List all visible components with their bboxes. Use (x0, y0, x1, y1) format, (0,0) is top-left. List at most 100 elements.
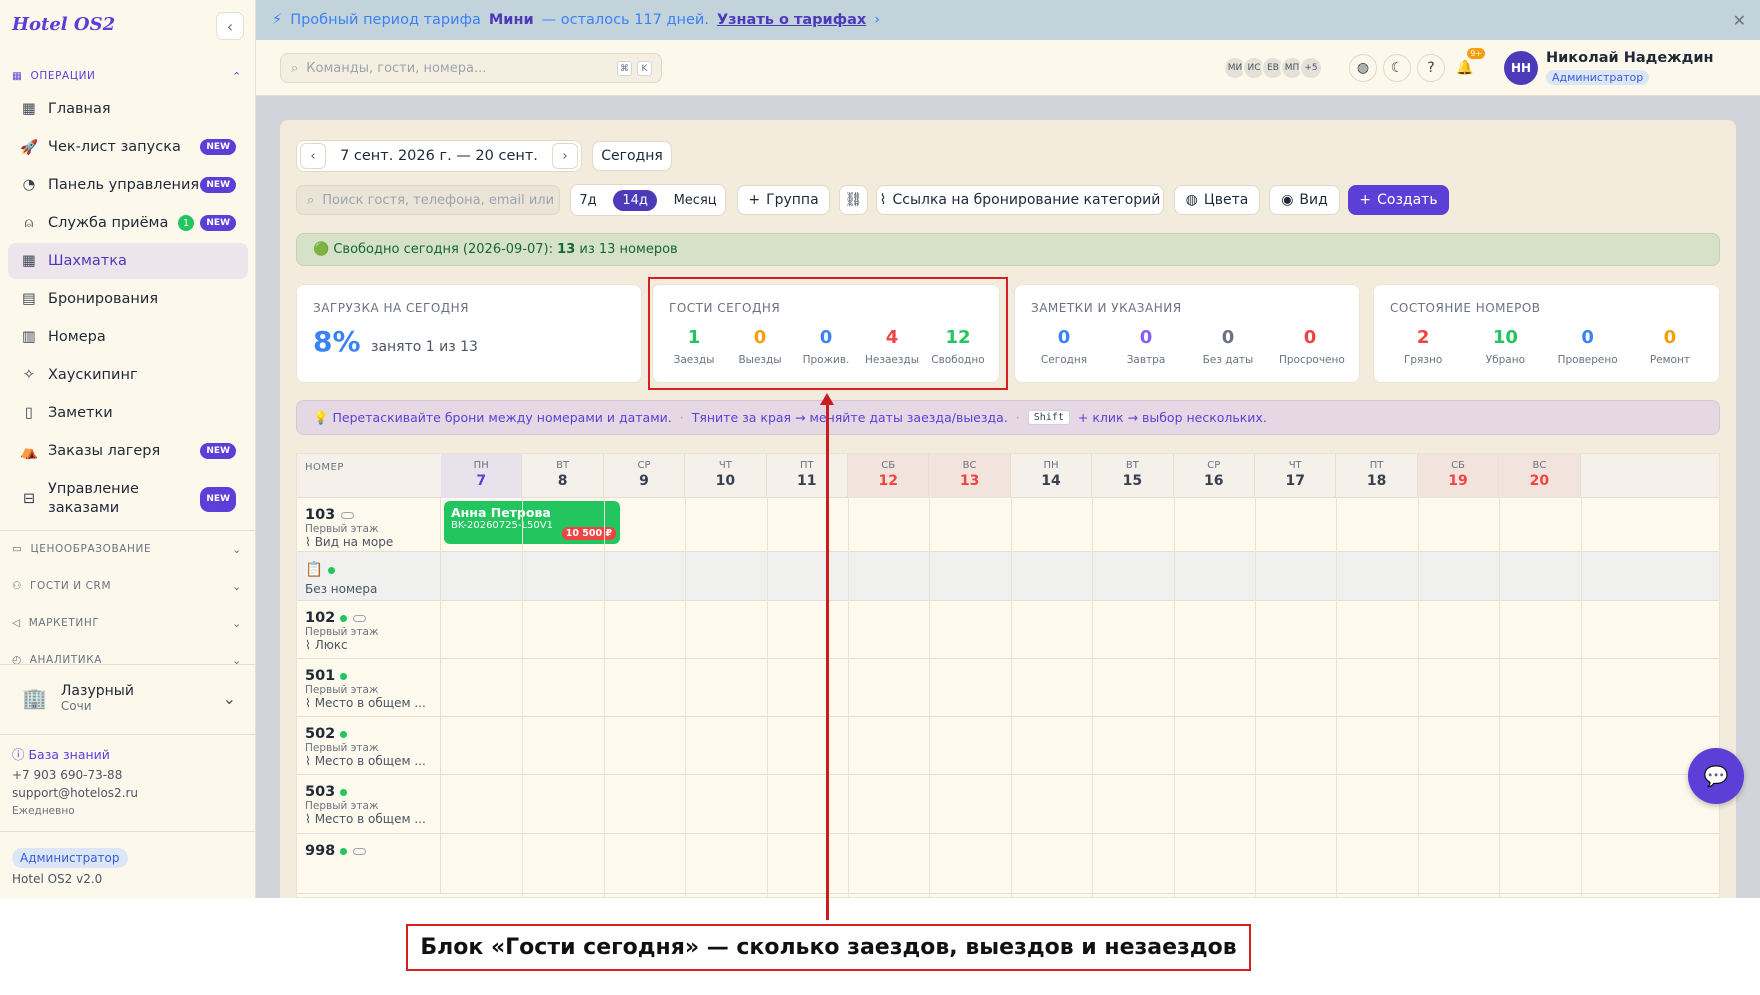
next-period-button[interactable]: › (552, 143, 578, 169)
sidebar: Hotel OS2 ‹ ▦ ОПЕРАЦИИ ⌃ ▦ Главная 🚀 Чек-лис… (0, 0, 256, 898)
guest-search-input[interactable]: ⌕ Поиск гостя, телефона, email или (296, 185, 560, 215)
sidebar-item-rooms[interactable]: ▥ Номера (8, 319, 248, 355)
range-month[interactable]: Месяц (674, 193, 717, 208)
group-label: Группа (766, 192, 819, 208)
moon-icon[interactable]: ☾ (1383, 54, 1411, 82)
day-header[interactable]: ЧТ 17 (1255, 454, 1337, 498)
date-range-label: 7 сент. 2026 г. — 20 сент. (340, 148, 538, 164)
day-header[interactable]: ЧТ 10 (685, 454, 767, 498)
section-label: АНАЛИТИКА (29, 654, 103, 664)
booking-link-button[interactable]: ⌇ Ссылка на бронирование категорий (876, 185, 1164, 215)
online-users[interactable]: МИ ИС ЕВ МП +5 (1223, 56, 1323, 80)
add-group-button[interactable]: + Группа (737, 185, 830, 215)
section-pricing[interactable]: ▭ ЦЕНООБРАЗОВАНИЕ ⌄ (12, 543, 242, 556)
sidebar-item-order-management[interactable]: ⊟ Управление заказами NEW (8, 477, 248, 521)
eye-icon: ◉ (1281, 192, 1294, 208)
link-icon[interactable]: ⛓ (839, 185, 868, 215)
day-header[interactable]: ВС 20 (1499, 454, 1581, 498)
stat-item[interactable]: 0 Сегодня (1033, 327, 1095, 366)
stat-value: 0 (1663, 327, 1677, 348)
chevron-down-icon: ⌄ (232, 654, 242, 664)
sidebar-item-home[interactable]: ▦ Главная (8, 91, 248, 127)
day-header[interactable]: ВТ 15 (1092, 454, 1174, 498)
room-info[interactable]: 103 Первый этаж ⌇ Вид на море (297, 498, 441, 551)
palette-icon[interactable]: ◍ (1349, 54, 1377, 82)
day-header[interactable]: СБ 12 (848, 454, 930, 498)
booking-block[interactable]: Анна Петрова BK-20260725-L50V1 10 500 ₽ (444, 501, 620, 544)
create-button[interactable]: + Создать (1348, 185, 1449, 215)
sidebar-item-camp-orders[interactable]: ⛺ Заказы лагеря NEW (8, 433, 248, 469)
sidebar-item-reception[interactable]: ⍝ Служба приёма 1 NEW (8, 205, 248, 241)
colors-button[interactable]: ◍ Цвета (1174, 185, 1260, 215)
help-icon[interactable]: ? (1417, 54, 1445, 82)
sidebar-item-checklist[interactable]: 🚀 Чек-лист запуска NEW (8, 129, 248, 165)
day-header[interactable]: ВС 13 (929, 454, 1011, 498)
notes-card[interactable]: ЗАМЕТКИ И УКАЗАНИЯ 0 Сегодня 0 Завтра 0 Без д… (1014, 284, 1360, 383)
section-analytics[interactable]: ◴ АНАЛИТИКА ⌄ (12, 654, 242, 664)
day-header[interactable]: ПН 7 (441, 454, 523, 498)
stat-item[interactable]: 0 Без даты (1197, 327, 1259, 366)
grid-icon: ▦ (22, 101, 36, 117)
room-info[interactable]: 998 (297, 834, 441, 893)
sidebar-item-dashboard[interactable]: ◔ Панель управления NEW (8, 167, 248, 203)
range-14d[interactable]: 14д (613, 189, 657, 211)
day-header[interactable]: ПТ 18 (1336, 454, 1418, 498)
notification-bell-icon[interactable]: 🔔 9+ (1451, 48, 1485, 82)
section-marketing[interactable]: ◁ МАРКЕТИНГ ⌄ (12, 617, 242, 630)
notes-stats: 0 Сегодня 0 Завтра 0 Без даты 0 Просрочено (1023, 327, 1351, 366)
command-search-input[interactable]: ⌕ Команды, гости, номера... ⌘ K (280, 53, 662, 83)
arrow-head (820, 393, 834, 405)
stat-item[interactable]: 2 Грязно (1392, 327, 1454, 366)
date-range-picker[interactable]: ‹ 7 сент. 2026 г. — 20 сент. › (296, 140, 582, 172)
chat-icon[interactable]: 💬 (1688, 748, 1744, 804)
stat-item[interactable]: 0 Завтра (1115, 327, 1177, 366)
room-info[interactable]: 102 Первый этаж ⌇ Люкс (297, 601, 441, 658)
day-header[interactable]: СР 16 (1174, 454, 1255, 498)
new-badge: NEW (200, 177, 236, 193)
date-header: НОМЕР ПН 7 ВТ 8 СР 9 ЧТ 10 ПТ 11 СБ 12 ВС 13 ПН 14 ВТ 15 С… (297, 454, 1719, 498)
room-info[interactable]: 📋 Без номера (297, 552, 441, 600)
prev-period-button[interactable]: ‹ (300, 143, 326, 169)
view-range-toggle[interactable]: 7д 14д Месяц (570, 184, 726, 216)
day-number: 16 (1204, 473, 1224, 489)
stat-item[interactable]: 0 Просрочено (1279, 327, 1345, 366)
day-header[interactable]: ВТ 8 (522, 454, 604, 498)
room-row: 501 Первый этаж ⌇ Место в общем ... (297, 659, 1719, 717)
sidebar-item-notes[interactable]: ▯ Заметки (8, 395, 248, 431)
knowledge-base-link[interactable]: ⓘ База знаний (12, 744, 110, 763)
today-button[interactable]: Сегодня (592, 141, 672, 171)
stat-value: 0 (1057, 327, 1071, 348)
collapse-sidebar-button[interactable]: ‹ (216, 12, 244, 40)
brand-logo[interactable]: Hotel OS2 (12, 14, 115, 35)
sidebar-item-chessboard[interactable]: ▦ Шахматка (8, 243, 248, 279)
day-header[interactable]: ПН 14 (1011, 454, 1093, 498)
pricing-link[interactable]: Узнать о тарифах (717, 12, 866, 28)
room-info[interactable]: 501 Первый этаж ⌇ Место в общем ... (297, 659, 441, 716)
stat-item[interactable]: 0 Ремонт (1639, 327, 1701, 366)
plus-icon: + (748, 192, 761, 208)
day-header[interactable]: ПТ 11 (767, 454, 848, 498)
user-menu[interactable]: НН Николай НадеждинАдминистратор ⌄ (1504, 50, 1714, 85)
support-phone[interactable]: +7 903 690-73-88 (12, 768, 122, 782)
sidebar-item-housekeeping[interactable]: ✧ Хаускипинг (8, 357, 248, 393)
stat-label: Грязно (1403, 354, 1443, 366)
range-7d[interactable]: 7д (579, 193, 596, 208)
stat-item[interactable]: 0 Проверено (1557, 327, 1619, 366)
sidebar-item-bookings[interactable]: ▤ Бронирования (8, 281, 248, 317)
room-info[interactable]: 503 Первый этаж ⌇ Место в общем ... (297, 775, 441, 833)
day-header[interactable]: СР 9 (604, 454, 686, 498)
section-operations[interactable]: ▦ ОПЕРАЦИИ ⌃ (12, 69, 242, 83)
stat-item[interactable]: 10 Убрано (1474, 327, 1536, 366)
search-icon: ⌕ (291, 60, 299, 76)
section-guests-crm[interactable]: ⚇ ГОСТИ И CRM ⌄ (12, 580, 242, 593)
room-status-card[interactable]: СОСТОЯНИЕ НОМЕРОВ 2 Грязно 10 Убрано 0 Провер… (1373, 284, 1720, 383)
hotel-switcher[interactable]: 🏢 Лазурный Сочи ⌄ (12, 676, 244, 720)
room-info[interactable]: 502 Первый этаж ⌇ Место в общем ... (297, 717, 441, 774)
free-count: 13 (557, 242, 576, 257)
support-email[interactable]: support@hotelos2.ru (12, 786, 138, 800)
view-button[interactable]: ◉ Вид (1269, 185, 1340, 215)
chevron-up-icon: ⌃ (232, 69, 242, 83)
day-header[interactable]: СБ 19 (1417, 454, 1500, 498)
close-icon[interactable]: ✕ (1733, 11, 1746, 30)
room-number-text: 102 (305, 610, 336, 626)
